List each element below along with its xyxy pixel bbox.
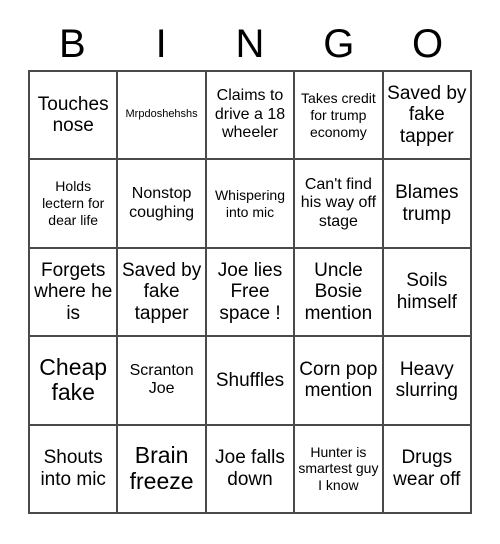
- bingo-cell-label: Claims to drive a 18 wheeler: [214, 87, 286, 142]
- bingo-cell-r1c2[interactable]: Mrpdoshehshs: [118, 72, 207, 161]
- bingo-cell-r5c4[interactable]: Hunter is smartest guy I know: [295, 425, 384, 514]
- bingo-cell-r2c2[interactable]: Nonstop coughing: [118, 160, 207, 249]
- bingo-cell-label: Brain freeze: [129, 442, 194, 494]
- bingo-cell-r2c5[interactable]: Blames trump: [383, 160, 472, 249]
- bingo-cell-label: Mrpdoshehshs: [125, 108, 198, 121]
- bingo-cell-r3c5[interactable]: Soils himself: [383, 248, 472, 338]
- bingo-card: B I N G O Touches nose Mrpdoshehshs Clai…: [0, 0, 500, 544]
- bingo-cell-r3c4[interactable]: Uncle Bosie mention: [295, 248, 384, 338]
- bingo-cell-free-space[interactable]: Joe lies Free space !: [206, 248, 296, 338]
- bingo-cell-label: Corn pop mention: [299, 358, 378, 402]
- bingo-cell-r5c5[interactable]: Drugs wear off: [383, 425, 472, 514]
- bingo-cell-label: Saved by fake tapper: [387, 82, 467, 148]
- bingo-cell-label: Touches nose: [37, 93, 109, 137]
- bingo-cell-r1c4[interactable]: Takes credit for trump economy: [295, 72, 384, 161]
- bingo-cell-label: Joe falls down: [215, 447, 285, 490]
- bingo-cell-label: Blames trump: [395, 181, 459, 225]
- bingo-cell-label: Uncle Bosie mention: [304, 259, 373, 324]
- bingo-cell-label: Whispering into mic: [214, 186, 285, 220]
- bingo-header-row: B I N G O: [28, 18, 472, 70]
- bingo-header-letter-g: G: [323, 22, 355, 66]
- bingo-cell-label: Forgets where he is: [34, 259, 113, 324]
- bingo-cell-label: Can't find his way off stage: [300, 175, 377, 230]
- bingo-cell-r4c3[interactable]: Shuffles: [206, 337, 296, 426]
- bingo-header-letter-n: N: [235, 22, 265, 66]
- bingo-cell-r2c3[interactable]: Whispering into mic: [206, 160, 296, 249]
- bingo-cell-label: Holds lectern for dear life: [42, 178, 105, 228]
- bingo-cell-r3c2[interactable]: Saved by fake tapper: [118, 248, 207, 338]
- bingo-cell-r4c1[interactable]: Cheap fake: [30, 337, 119, 426]
- bingo-cell-r1c5[interactable]: Saved by fake tapper: [383, 72, 472, 161]
- bingo-cell-r4c4[interactable]: Corn pop mention: [295, 337, 384, 426]
- bingo-header-letter-b: B: [59, 22, 86, 66]
- bingo-cell-label: Takes credit for trump economy: [301, 90, 376, 140]
- bingo-cell-r4c5[interactable]: Heavy slurring: [383, 337, 472, 426]
- bingo-header-letter-o: O: [412, 22, 444, 66]
- bingo-cell-label: Soils himself: [396, 270, 457, 313]
- bingo-cell-r2c4[interactable]: Can't find his way off stage: [295, 160, 384, 249]
- bingo-cell-label: Shuffles: [215, 369, 285, 391]
- bingo-cell-label: Shouts into mic: [40, 447, 106, 490]
- bingo-cell-r5c2[interactable]: Brain freeze: [118, 425, 207, 514]
- bingo-cell-label: Saved by fake tapper: [121, 259, 202, 324]
- bingo-cell-label: Scranton Joe: [129, 361, 194, 398]
- bingo-cell-r1c3[interactable]: Claims to drive a 18 wheeler: [206, 72, 296, 161]
- bingo-cell-r5c3[interactable]: Joe falls down: [206, 425, 296, 514]
- bingo-header-letter-i: I: [155, 22, 167, 66]
- bingo-cell-label: Cheap fake: [39, 353, 108, 406]
- bingo-cell-r3c1[interactable]: Forgets where he is: [30, 248, 119, 338]
- bingo-cell-r2c1[interactable]: Holds lectern for dear life: [30, 160, 119, 249]
- bingo-grid: Touches nose Mrpdoshehshs Claims to driv…: [28, 70, 472, 514]
- bingo-cell-label: Nonstop coughing: [129, 185, 195, 221]
- bingo-cell-label: Hunter is smartest guy I know: [298, 443, 379, 494]
- bingo-cell-r4c2[interactable]: Scranton Joe: [118, 337, 207, 426]
- bingo-cell-label: Heavy slurring: [395, 358, 458, 402]
- bingo-cell-label: Drugs wear off: [393, 447, 461, 490]
- bingo-cell-r1c1[interactable]: Touches nose: [30, 72, 119, 161]
- bingo-cell-r5c1[interactable]: Shouts into mic: [30, 425, 119, 514]
- bingo-cell-label: Joe lies Free space !: [217, 259, 283, 324]
